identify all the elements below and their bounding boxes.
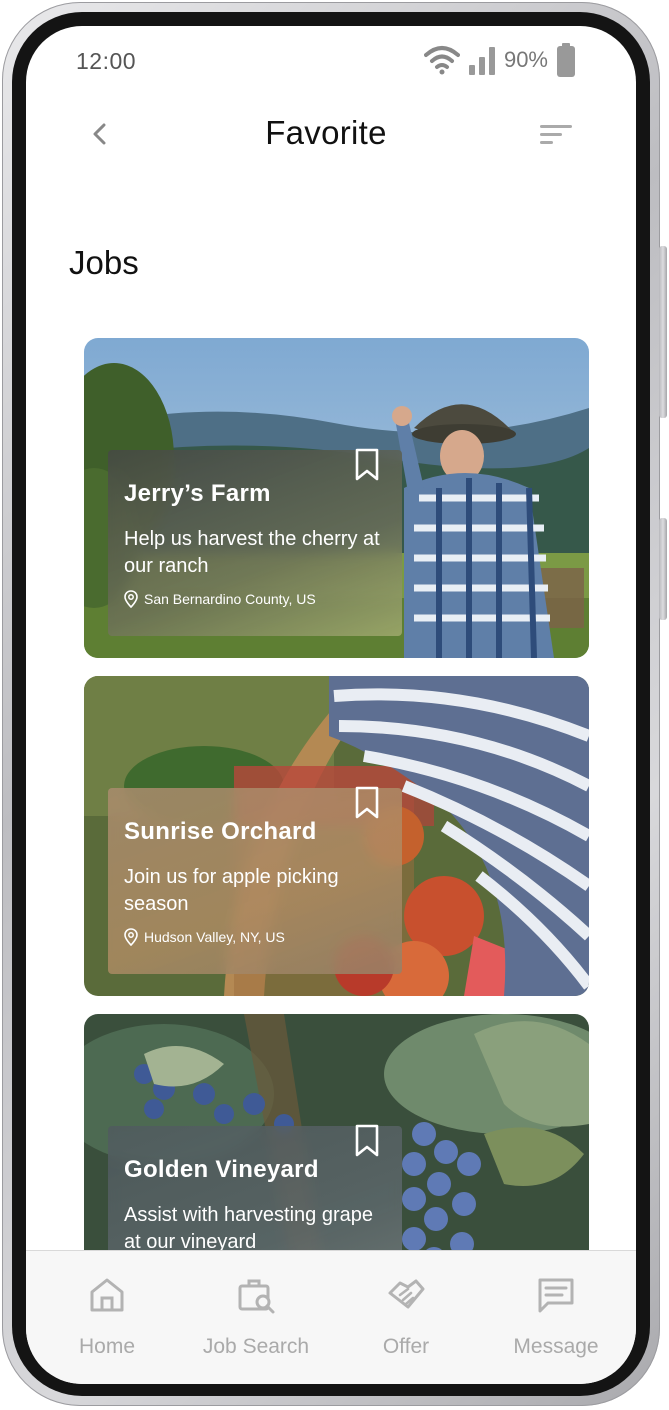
volume-button bbox=[659, 246, 667, 418]
job-name: Golden Vineyard bbox=[124, 1156, 319, 1183]
job-location: San Bernardino County, US bbox=[124, 590, 386, 608]
wifi-icon bbox=[423, 46, 460, 75]
job-description: Join us for apple picking season bbox=[124, 866, 339, 915]
power-button bbox=[659, 518, 667, 620]
battery-percent: 90% bbox=[503, 47, 548, 72]
job-name: Sunrise Orchard bbox=[124, 818, 317, 845]
nav-home[interactable]: Home bbox=[32, 1251, 182, 1384]
status-time: 12:00 bbox=[76, 48, 137, 74]
signal-icon bbox=[468, 47, 495, 75]
job-card[interactable]: Jerry’s Farm Help us harvest the cherry … bbox=[84, 338, 589, 658]
home-icon bbox=[90, 1278, 124, 1312]
bookmark-icon[interactable] bbox=[354, 786, 380, 820]
job-description: Assist with harvesting grape at our vine… bbox=[124, 1204, 374, 1253]
nav-job-search[interactable]: Job Search bbox=[181, 1251, 331, 1384]
job-card[interactable]: Sunrise Orchard Join us for apple pickin… bbox=[84, 676, 589, 996]
bottom-nav: Home Job Search Offer Message bbox=[26, 1250, 636, 1384]
status-icons: 90% bbox=[423, 42, 576, 78]
message-icon bbox=[538, 1278, 574, 1313]
location-pin-icon bbox=[124, 590, 138, 608]
handshake-icon bbox=[388, 1279, 425, 1309]
job-description: Help us harvest the cherry at our ranch bbox=[124, 528, 380, 577]
section-title: Jobs bbox=[69, 244, 139, 281]
job-location: Hudson Valley, NY, US bbox=[124, 928, 386, 946]
location-pin-icon bbox=[124, 928, 138, 946]
nav-label: Home bbox=[78, 1335, 136, 1358]
screen: 12:00 90% Favorite Jobs Jerry’s Farm Hel… bbox=[26, 26, 636, 1384]
battery-icon bbox=[557, 43, 575, 77]
nav-message[interactable]: Message bbox=[481, 1251, 631, 1384]
job-search-icon bbox=[238, 1279, 275, 1314]
nav-label: Offer bbox=[382, 1335, 430, 1358]
job-location-text: San Bernardino County, US bbox=[144, 591, 316, 607]
bookmark-icon[interactable] bbox=[354, 1124, 380, 1158]
job-card-info: Sunrise Orchard Join us for apple pickin… bbox=[108, 786, 402, 974]
bookmark-icon[interactable] bbox=[354, 448, 380, 482]
job-name: Jerry’s Farm bbox=[124, 480, 271, 507]
job-card-info: Jerry’s Farm Help us harvest the cherry … bbox=[108, 448, 402, 636]
nav-label: Message bbox=[513, 1335, 599, 1358]
nav-label: Job Search bbox=[202, 1335, 310, 1358]
sort-icon bbox=[540, 125, 572, 144]
sort-button[interactable] bbox=[536, 118, 576, 152]
nav-offer[interactable]: Offer bbox=[331, 1251, 481, 1384]
job-location-text: Hudson Valley, NY, US bbox=[144, 929, 285, 945]
